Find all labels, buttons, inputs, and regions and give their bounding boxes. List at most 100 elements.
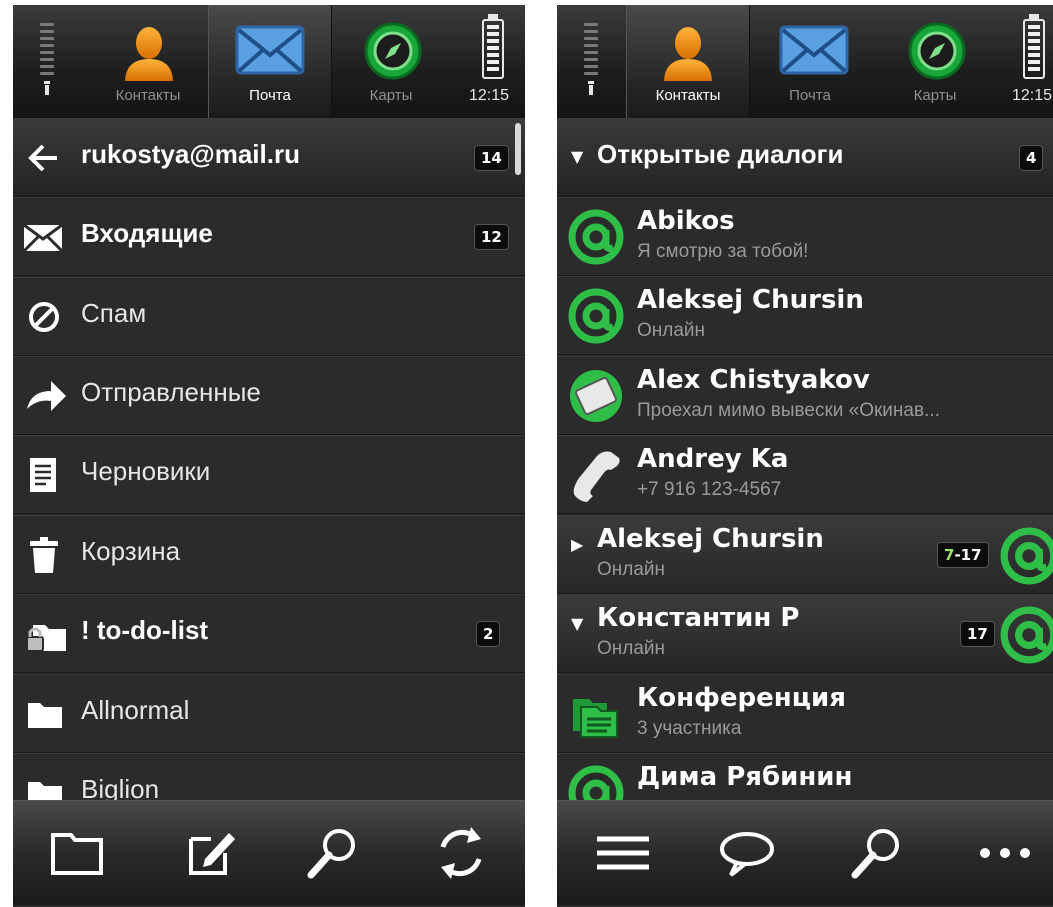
contact-status: Проехал мимо вывески «Окинав... xyxy=(637,400,940,421)
document-icon xyxy=(30,458,56,492)
status-tab-bar: Контакты Почта Карты 12:15 xyxy=(13,5,525,120)
folder-icon xyxy=(28,703,62,728)
envelope-icon xyxy=(235,25,305,75)
signal-strength-icon xyxy=(35,19,59,109)
tab-label: Контакты xyxy=(115,87,181,104)
unread-count-badge: 14 xyxy=(474,145,509,171)
arrow-left-icon[interactable] xyxy=(27,143,59,173)
contact-name: Andrey Ka xyxy=(637,444,789,474)
tab-mail[interactable]: Почта xyxy=(208,5,332,118)
chevron-down-icon: ▼ xyxy=(571,147,584,166)
account-header[interactable]: rukostya@mail.ru 14 xyxy=(13,118,525,197)
folder-todo[interactable]: ! to-do-list 2 xyxy=(13,594,525,673)
contact-name: Дима Рябинин xyxy=(637,762,853,792)
contact-name: Aleksej Chursin xyxy=(637,285,864,315)
contact-row[interactable]: Alex Chistyakov Проехал мимо вывески «Ок… xyxy=(557,356,1053,435)
folder-sent[interactable]: Отправленные xyxy=(13,356,525,435)
tab-maps[interactable]: Карты xyxy=(331,5,451,118)
dialogs-count-badge: 4 xyxy=(1019,145,1044,171)
signal-strength-icon xyxy=(579,19,603,109)
tab-contacts[interactable]: Контакты xyxy=(626,5,750,118)
clock: 12:15 xyxy=(469,87,510,104)
menu-icon[interactable] xyxy=(593,823,653,883)
folder-trash[interactable]: Корзина xyxy=(13,515,525,594)
more-icon[interactable] xyxy=(975,823,1035,883)
battery-icon xyxy=(482,14,504,79)
tab-mail[interactable]: Почта xyxy=(749,5,871,118)
folder-spam[interactable]: Спам xyxy=(13,277,525,356)
arrow-right-icon xyxy=(27,381,66,411)
message-count-badge: 7-17 xyxy=(937,542,989,568)
contact-status: +7 916 123-4567 xyxy=(637,479,782,500)
person-icon xyxy=(664,27,712,81)
chat-icon[interactable] xyxy=(717,823,777,883)
refresh-icon[interactable] xyxy=(431,823,491,883)
unread-count-badge: 2 xyxy=(476,621,501,647)
contact-name: Alex Chistyakov xyxy=(637,365,870,395)
conference-icon xyxy=(573,699,618,738)
contact-status: 3 участника xyxy=(637,718,742,739)
bottom-toolbar xyxy=(557,800,1053,905)
open-dialogs-header[interactable]: ▼ Открытые диалоги 4 xyxy=(557,118,1053,197)
contact-row[interactable]: Andrey Ka +7 916 123-4567 xyxy=(557,435,1053,514)
phone-icon xyxy=(573,451,620,502)
bottom-toolbar xyxy=(13,800,525,905)
tab-label: Карты xyxy=(913,87,957,104)
compass-icon xyxy=(908,22,966,80)
folder-label: Корзина xyxy=(81,536,181,566)
section-title: Открытые диалоги xyxy=(597,139,844,169)
search-icon[interactable] xyxy=(847,823,907,883)
folder-label: Входящие xyxy=(81,218,213,248)
locked-folder-icon xyxy=(26,625,66,652)
at-sign-icon xyxy=(1000,527,1053,585)
tab-label: Карты xyxy=(369,87,413,104)
tab-label: Контакты xyxy=(655,87,721,104)
at-sign-icon xyxy=(568,288,624,344)
chevron-down-icon: ▼ xyxy=(571,614,584,633)
compose-icon[interactable] xyxy=(181,823,241,883)
search-icon[interactable] xyxy=(303,823,363,883)
tab-label: Почта xyxy=(249,87,291,104)
envelope-icon xyxy=(23,224,63,252)
contact-row[interactable]: Abikos Я смотрю за тобой! xyxy=(557,197,1053,276)
battery-icon xyxy=(1023,14,1045,79)
group-status: Онлайн xyxy=(597,559,666,580)
folder-label: Спам xyxy=(81,298,147,328)
folder-allnormal[interactable]: Allnormal xyxy=(13,674,525,753)
tab-contacts[interactable]: Контакты xyxy=(88,5,208,118)
at-sign-icon xyxy=(1000,606,1053,664)
group-name: Константин Р xyxy=(597,603,800,633)
trash-icon xyxy=(30,537,58,573)
folder-label: Allnormal xyxy=(81,695,190,725)
folder-label: ! to-do-list xyxy=(81,615,209,645)
compass-icon xyxy=(364,22,422,80)
folder-label: Черновики xyxy=(81,456,211,486)
chevron-right-icon: ▶ xyxy=(571,535,584,554)
contact-row[interactable]: Aleksej Chursin Онлайн xyxy=(557,276,1053,355)
folder-drafts[interactable]: Черновики xyxy=(13,435,525,514)
status-tab-bar: Контакты Почта Карты 12:15 xyxy=(557,5,1053,120)
person-icon xyxy=(125,27,173,81)
contact-row[interactable]: Конференция 3 участника xyxy=(557,674,1053,753)
clock: 12:15 xyxy=(1012,87,1053,104)
folder-label: Отправленные xyxy=(81,377,261,407)
contacts-screen: Контакты Почта Карты 12:15 ▼ Открытые ди… xyxy=(557,5,1053,907)
message-count-badge: 17 xyxy=(960,621,995,647)
contact-status: Я смотрю за тобой! xyxy=(637,241,809,262)
group-row[interactable]: ▼ Константин Р Онлайн 17 xyxy=(557,594,1053,673)
envelope-icon xyxy=(779,25,849,75)
at-sign-icon xyxy=(568,209,624,265)
scrollbar[interactable] xyxy=(515,123,521,175)
folder-icon[interactable] xyxy=(47,823,107,883)
tab-label: Почта xyxy=(789,87,831,104)
group-status: Онлайн xyxy=(597,638,666,659)
folder-inbox[interactable]: Входящие 12 xyxy=(13,197,525,276)
contact-name: Конференция xyxy=(637,683,846,713)
mail-screen: Контакты Почта Карты 12:15 rukostya@mail… xyxy=(13,5,525,907)
tab-maps[interactable]: Карты xyxy=(875,5,995,118)
group-name: Aleksej Chursin xyxy=(597,524,824,554)
contact-status: Онлайн xyxy=(637,320,706,341)
no-entry-icon xyxy=(29,302,59,332)
photo-icon xyxy=(570,370,622,422)
group-row[interactable]: ▶ Aleksej Chursin Онлайн 7-17 xyxy=(557,515,1053,594)
